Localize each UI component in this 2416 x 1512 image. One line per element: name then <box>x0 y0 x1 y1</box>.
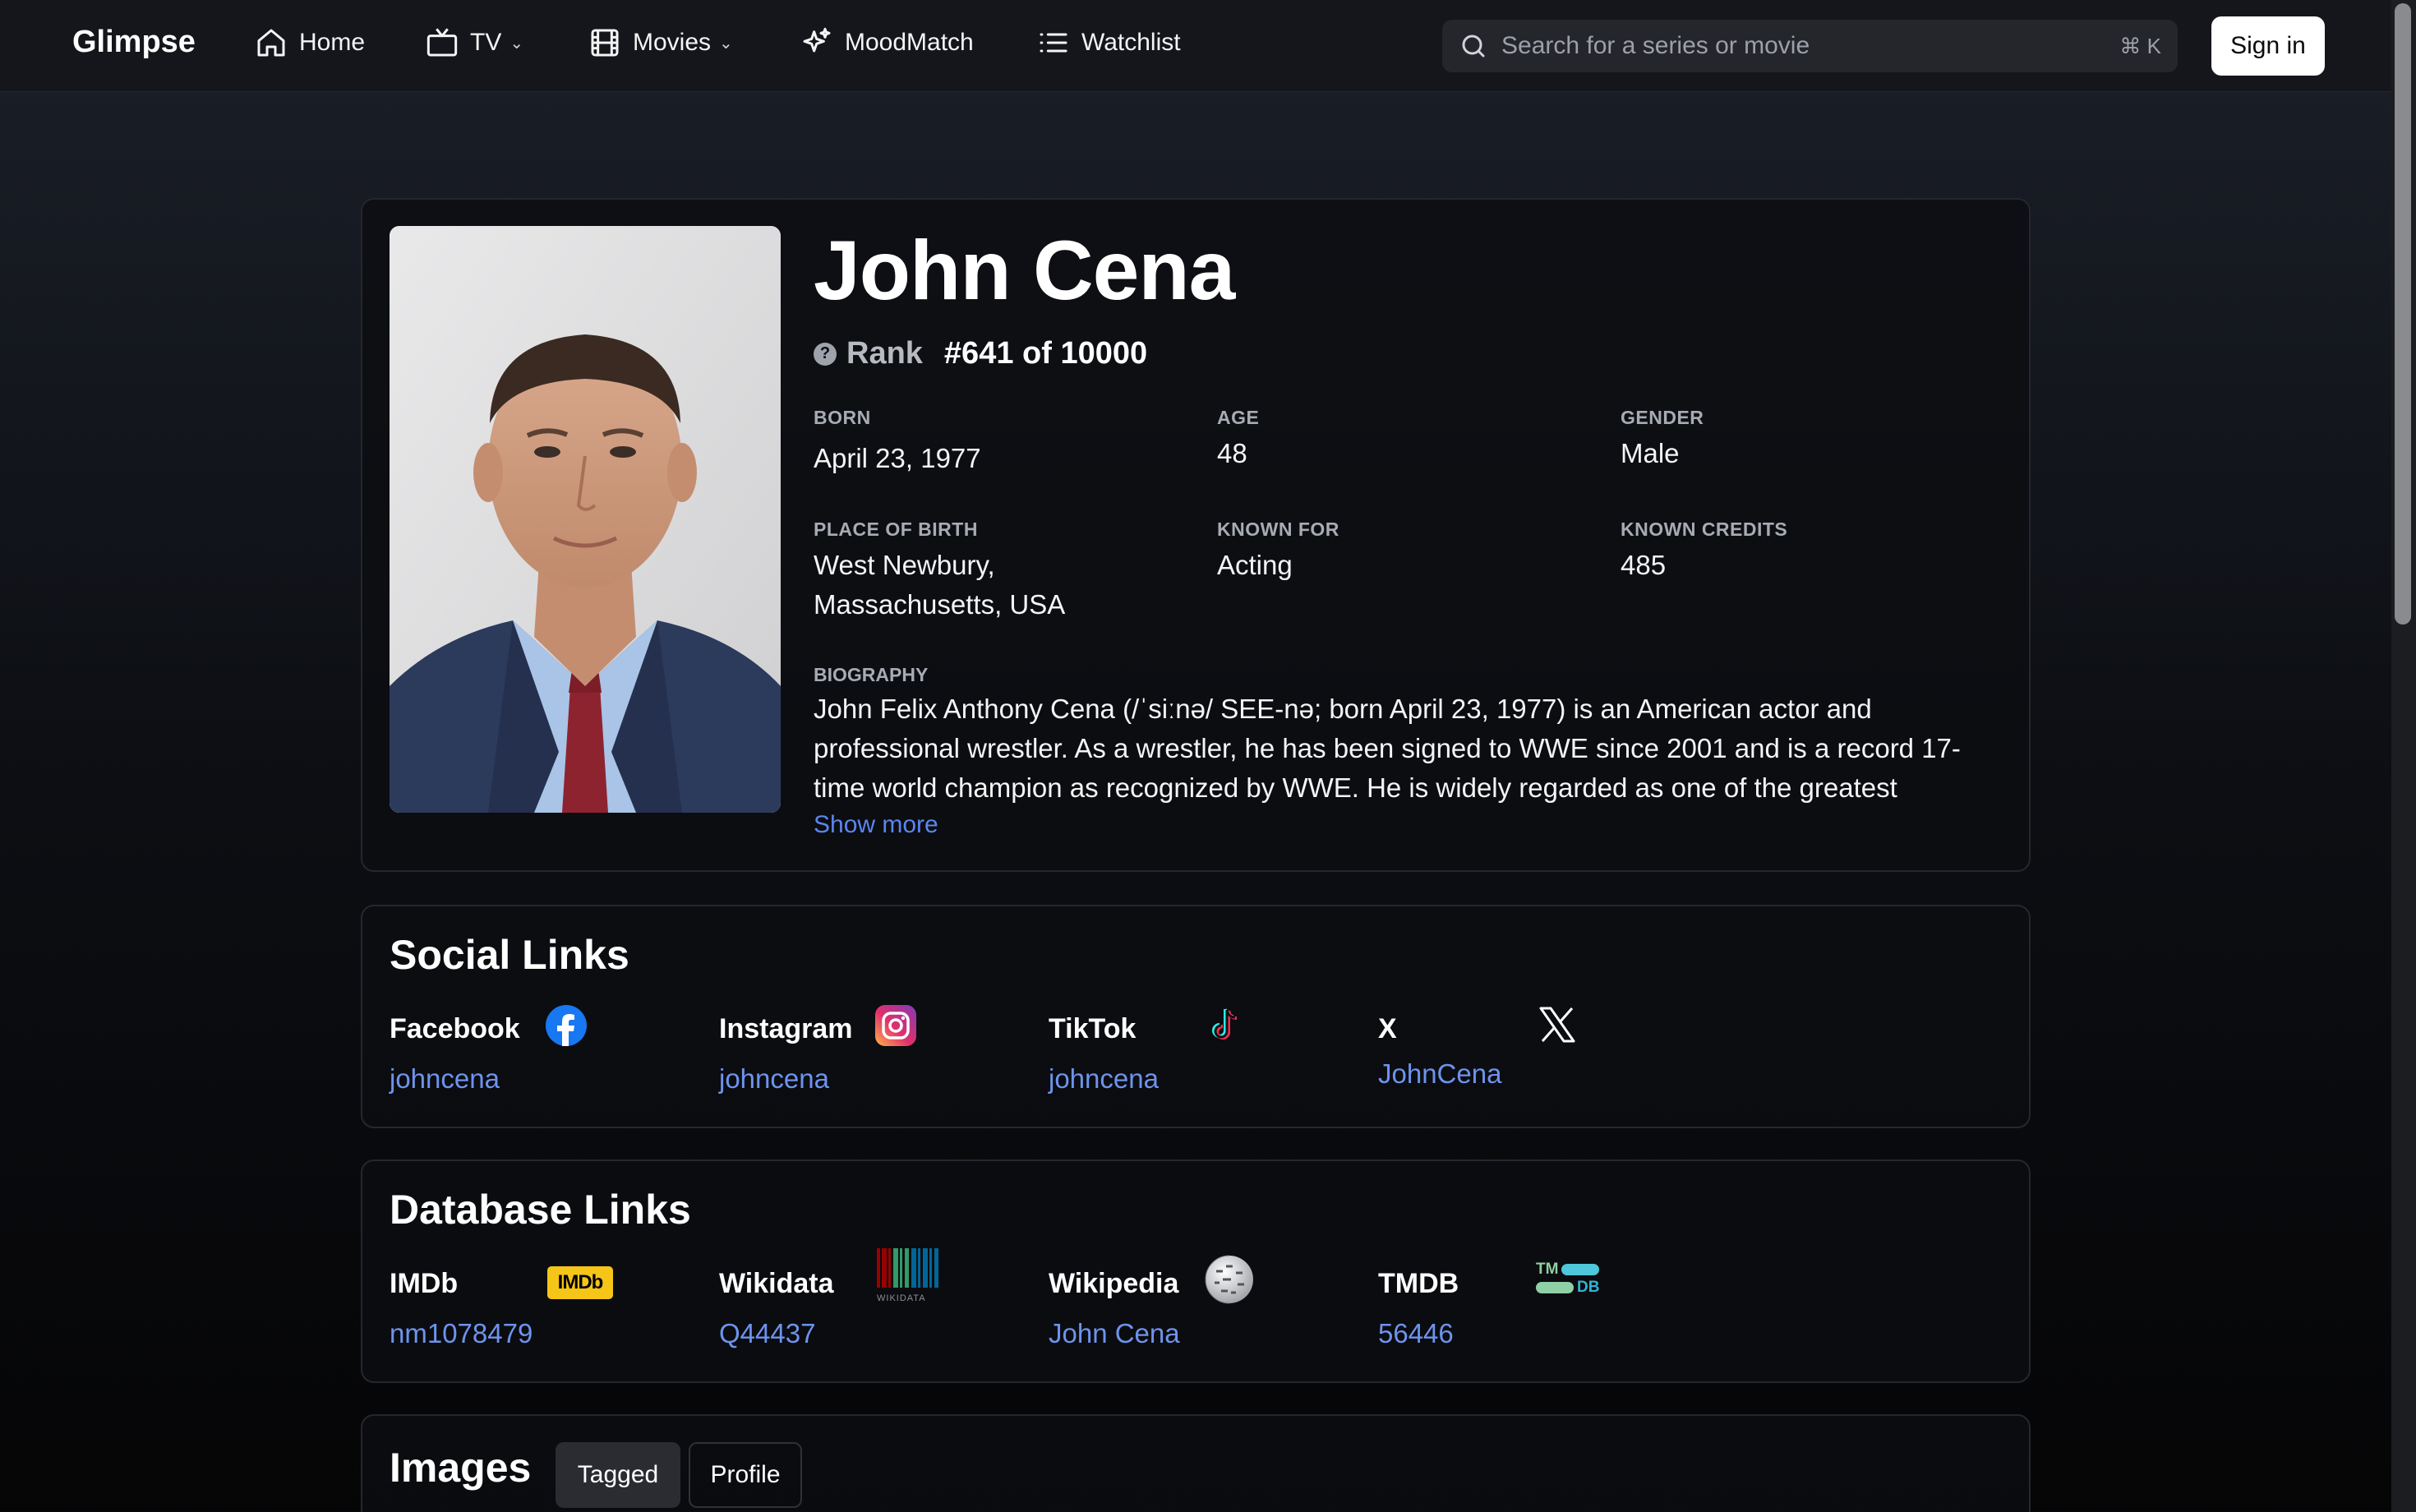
chevron-down-icon: ⌄ <box>509 34 524 53</box>
images-title: Images <box>390 1445 532 1491</box>
database-link-wikipedia[interactable]: Wikipedia John Cena <box>1049 1255 1361 1349</box>
search-bar[interactable]: ⌘ K <box>1442 20 2178 72</box>
database-links-card: Database Links IMDb nm1078479 IMDb Wikid… <box>361 1159 2031 1383</box>
imdb-icon: IMDb <box>547 1266 613 1299</box>
biography-text: John Felix Anthony Cena (/ˈsiːnə/ SEE-nə… <box>814 694 1961 803</box>
wikipedia-icon <box>1205 1255 1253 1304</box>
gender-label: GENDER <box>1621 407 1704 428</box>
link-value[interactable]: johncena <box>390 1063 702 1095</box>
nav-tv[interactable]: TV ⌄ <box>426 26 523 59</box>
link-value[interactable]: 56446 <box>1378 1318 1690 1349</box>
link-value[interactable]: johncena <box>1049 1063 1361 1095</box>
link-value[interactable]: johncena <box>719 1063 1031 1095</box>
tmdb-db: DB <box>1577 1279 1600 1296</box>
nav-movies-label: Movies <box>633 29 712 56</box>
nav-home-label: Home <box>299 29 366 56</box>
place-of-birth-line2: Massachusetts, USA <box>814 589 1066 620</box>
show-more-link[interactable]: Show more <box>814 811 938 839</box>
link-name: IMDb <box>390 1268 459 1299</box>
link-name: Wikidata <box>719 1268 834 1299</box>
born-label: BORN <box>814 407 871 428</box>
age-field: AGE 48 <box>1217 407 1259 473</box>
help-icon[interactable]: ? <box>814 342 837 366</box>
known-for-field: KNOWN FOR Acting <box>1217 519 1339 585</box>
age-label: AGE <box>1217 407 1260 428</box>
gender-value: Male <box>1621 438 1680 468</box>
tmdb-tm: TM <box>1536 1261 1559 1278</box>
tab-tagged[interactable]: Tagged <box>556 1442 680 1508</box>
link-value[interactable]: nm1078479 <box>390 1318 702 1349</box>
nav-moodmatch-label: MoodMatch <box>845 29 974 56</box>
wikidata-icon: WIKIDATA <box>877 1248 939 1303</box>
home-icon <box>257 29 285 57</box>
tmdb-icon: TM DB <box>1536 1261 1605 1296</box>
profile-card: John Cena ? Rank #641 of 10000 BORN Apri… <box>361 198 2031 872</box>
known-credits-field: KNOWN CREDITS 485 <box>1621 519 1787 585</box>
social-link-instagram[interactable]: Instagram johncena <box>719 1005 1031 1095</box>
x-icon <box>1539 1007 1575 1043</box>
born-field: BORN April 23, 1977 <box>814 407 981 478</box>
social-link-facebook[interactable]: Facebook johncena <box>390 1005 702 1095</box>
search-icon <box>1462 35 1485 58</box>
database-link-imdb[interactable]: IMDb nm1078479 IMDb <box>390 1266 702 1349</box>
tiktok-icon <box>1212 1008 1238 1040</box>
tab-profile[interactable]: Profile <box>689 1442 802 1508</box>
search-input[interactable] <box>1501 32 2120 60</box>
social-link-tiktok[interactable]: TikTok johncena <box>1049 1008 1361 1095</box>
place-of-birth-label: PLACE OF BIRTH <box>814 519 978 540</box>
rank-value: #641 of 10000 <box>943 336 1148 371</box>
biography-label: BIOGRAPHY <box>814 664 929 685</box>
age-value: 48 <box>1217 438 1247 468</box>
sparkles-icon <box>803 27 831 53</box>
profile-photo <box>390 226 781 813</box>
facebook-icon <box>546 1005 587 1046</box>
top-navbar: Glimpse Home TV ⌄ Movies ⌄ MoodMatch Wat… <box>0 0 2391 92</box>
nav-watchlist-label: Watchlist <box>1081 29 1181 56</box>
nav-movies[interactable]: Movies ⌄ <box>588 26 733 59</box>
link-name: TMDB <box>1378 1268 1459 1299</box>
images-card: Images Tagged Profile <box>361 1414 2031 1512</box>
sign-in-button[interactable]: Sign in <box>2211 16 2325 76</box>
social-links-card: Social Links Facebook johncena Instagram… <box>361 905 2031 1128</box>
place-of-birth-line1: West Newbury, <box>814 550 995 580</box>
link-value[interactable]: Q44437 <box>719 1318 1031 1349</box>
gender-field: GENDER Male <box>1621 407 1704 473</box>
link-name: X <box>1378 1013 1397 1044</box>
film-icon <box>591 29 619 57</box>
brand-logo[interactable]: Glimpse <box>72 25 196 60</box>
database-link-wikidata[interactable]: Wikidata Q44437 WIKIDATA <box>719 1248 1031 1349</box>
place-of-birth-field: PLACE OF BIRTH West Newbury, Massachuset… <box>814 519 1065 625</box>
link-value[interactable]: John Cena <box>1049 1318 1361 1349</box>
nav-home[interactable]: Home <box>255 26 365 59</box>
database-links-title: Database Links <box>390 1187 691 1233</box>
nav-moodmatch[interactable]: MoodMatch <box>800 26 974 59</box>
search-shortcut: ⌘ K <box>2119 33 2161 58</box>
nav-tv-label: TV <box>470 29 502 56</box>
nav-watchlist[interactable]: Watchlist <box>1037 26 1181 59</box>
known-credits-value: 485 <box>1621 550 1667 580</box>
social-link-x[interactable]: X JohnCena <box>1378 1007 1690 1090</box>
instagram-icon <box>875 1005 916 1046</box>
social-links-title: Social Links <box>390 932 629 978</box>
tv-icon <box>426 28 458 57</box>
rank-row: ? Rank #641 of 10000 <box>814 336 1147 371</box>
rank-label: Rank <box>846 336 923 371</box>
scrollbar-thumb[interactable] <box>2395 3 2411 625</box>
database-link-tmdb[interactable]: TMDB 56446 TM DB <box>1378 1261 1690 1349</box>
person-name: John Cena <box>814 224 1235 317</box>
link-value[interactable]: JohnCena <box>1378 1058 1690 1090</box>
known-for-value: Acting <box>1217 550 1293 580</box>
known-for-label: KNOWN FOR <box>1217 519 1339 540</box>
known-credits-label: KNOWN CREDITS <box>1621 519 1788 540</box>
born-value: April 23, 1977 <box>814 443 981 473</box>
wikidata-wordmark: WIKIDATA <box>877 1293 926 1303</box>
chevron-down-icon: ⌄ <box>719 34 733 53</box>
list-icon <box>1040 33 1067 53</box>
